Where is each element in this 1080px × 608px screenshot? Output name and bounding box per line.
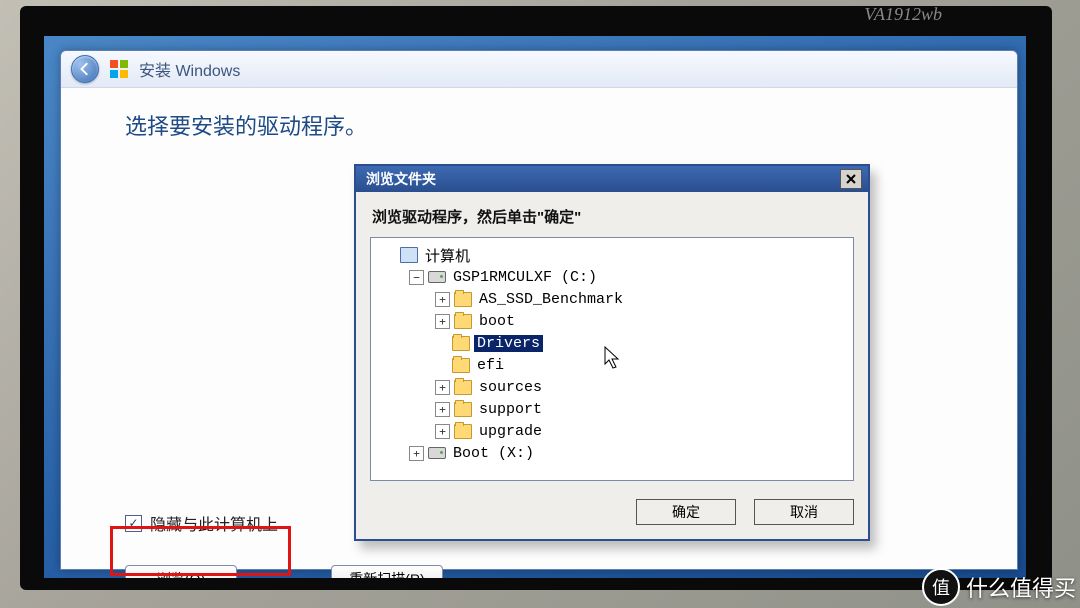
tree-node[interactable]: Drivers <box>375 332 849 354</box>
tree-node[interactable]: + Boot (X:) <box>375 442 849 464</box>
browse-folder-dialog: 浏览文件夹 浏览驱动程序，然后单击"确定" 计算机 − GSP1RMCULXF (C… <box>354 164 870 541</box>
tree-node[interactable]: 计算机 <box>375 244 849 266</box>
tree-node[interactable]: + upgrade <box>375 420 849 442</box>
folder-icon <box>452 357 470 373</box>
tree-node-label[interactable]: Boot (X:) <box>450 445 537 462</box>
tree-node-label[interactable]: upgrade <box>476 423 545 440</box>
annotation-highlight-box <box>110 526 291 576</box>
close-icon <box>845 173 857 185</box>
expand-icon[interactable]: + <box>435 424 450 439</box>
back-button[interactable] <box>71 55 99 83</box>
rescan-button[interactable]: 重新扫描(R) <box>331 565 443 578</box>
expand-icon[interactable]: + <box>435 292 450 307</box>
titlebar: 安装 Windows <box>61 51 1017 88</box>
dialog-titlebar: 浏览文件夹 <box>356 166 868 192</box>
collapse-icon[interactable]: − <box>409 270 424 285</box>
expand-icon[interactable]: + <box>435 402 450 417</box>
tree-node[interactable]: efi <box>375 354 849 376</box>
windows-logo-icon <box>109 59 129 79</box>
computer-icon <box>400 247 418 263</box>
drive-icon <box>428 269 446 285</box>
folder-icon <box>454 401 472 417</box>
window-title: 安装 Windows <box>139 57 240 81</box>
expand-icon[interactable]: + <box>435 380 450 395</box>
expand-spacer <box>383 249 396 262</box>
tree-node-label[interactable]: Drivers <box>474 335 543 352</box>
expand-icon[interactable]: + <box>435 314 450 329</box>
tree-node[interactable]: + support <box>375 398 849 420</box>
folder-icon <box>454 291 472 307</box>
expand-spacer <box>435 337 448 350</box>
dialog-instruction: 浏览驱动程序，然后单击"确定" <box>356 192 868 237</box>
dialog-button-row: 确定 取消 <box>356 493 868 539</box>
monitor-brand-label: VA1912wb <box>864 4 942 25</box>
watermark-badge-icon: 值 <box>922 568 960 606</box>
screen: 安装 Windows 选择要安装的驱动程序。 ✓ 隐藏与此计算机上 浏览(O) … <box>44 36 1026 578</box>
close-button[interactable] <box>840 169 862 189</box>
folder-icon <box>454 313 472 329</box>
folder-icon <box>452 335 470 351</box>
tree-node[interactable]: − GSP1RMCULXF (C:) <box>375 266 849 288</box>
drive-icon <box>428 445 446 461</box>
folder-tree[interactable]: 计算机−GSP1RMCULXF (C:)+AS_SSD_Benchmark+bo… <box>370 237 854 481</box>
tree-node-label[interactable]: 计算机 <box>422 245 473 266</box>
tree-node-label[interactable]: AS_SSD_Benchmark <box>476 291 626 308</box>
tree-node-label[interactable]: GSP1RMCULXF (C:) <box>450 269 600 286</box>
page-instruction: 选择要安装的驱动程序。 <box>125 109 953 141</box>
tree-node-label[interactable]: boot <box>476 313 518 330</box>
folder-icon <box>454 423 472 439</box>
tree-node-label[interactable]: efi <box>474 357 507 374</box>
tree-node-label[interactable]: sources <box>476 379 545 396</box>
folder-icon <box>454 379 472 395</box>
tree-node[interactable]: + boot <box>375 310 849 332</box>
site-watermark: 值 什么值得买 <box>922 568 1076 606</box>
tree-node[interactable]: + AS_SSD_Benchmark <box>375 288 849 310</box>
cancel-button[interactable]: 取消 <box>754 499 854 525</box>
tree-node[interactable]: + sources <box>375 376 849 398</box>
ok-button[interactable]: 确定 <box>636 499 736 525</box>
dialog-title: 浏览文件夹 <box>366 169 436 189</box>
expand-icon[interactable]: + <box>409 446 424 461</box>
monitor-bezel: VA1912wb 安装 Windows 选择要安装的驱动程序。 ✓ <box>20 6 1052 590</box>
expand-spacer <box>435 359 448 372</box>
watermark-text: 什么值得买 <box>966 571 1076 603</box>
arrow-left-icon <box>78 62 92 76</box>
tree-node-label[interactable]: support <box>476 401 545 418</box>
